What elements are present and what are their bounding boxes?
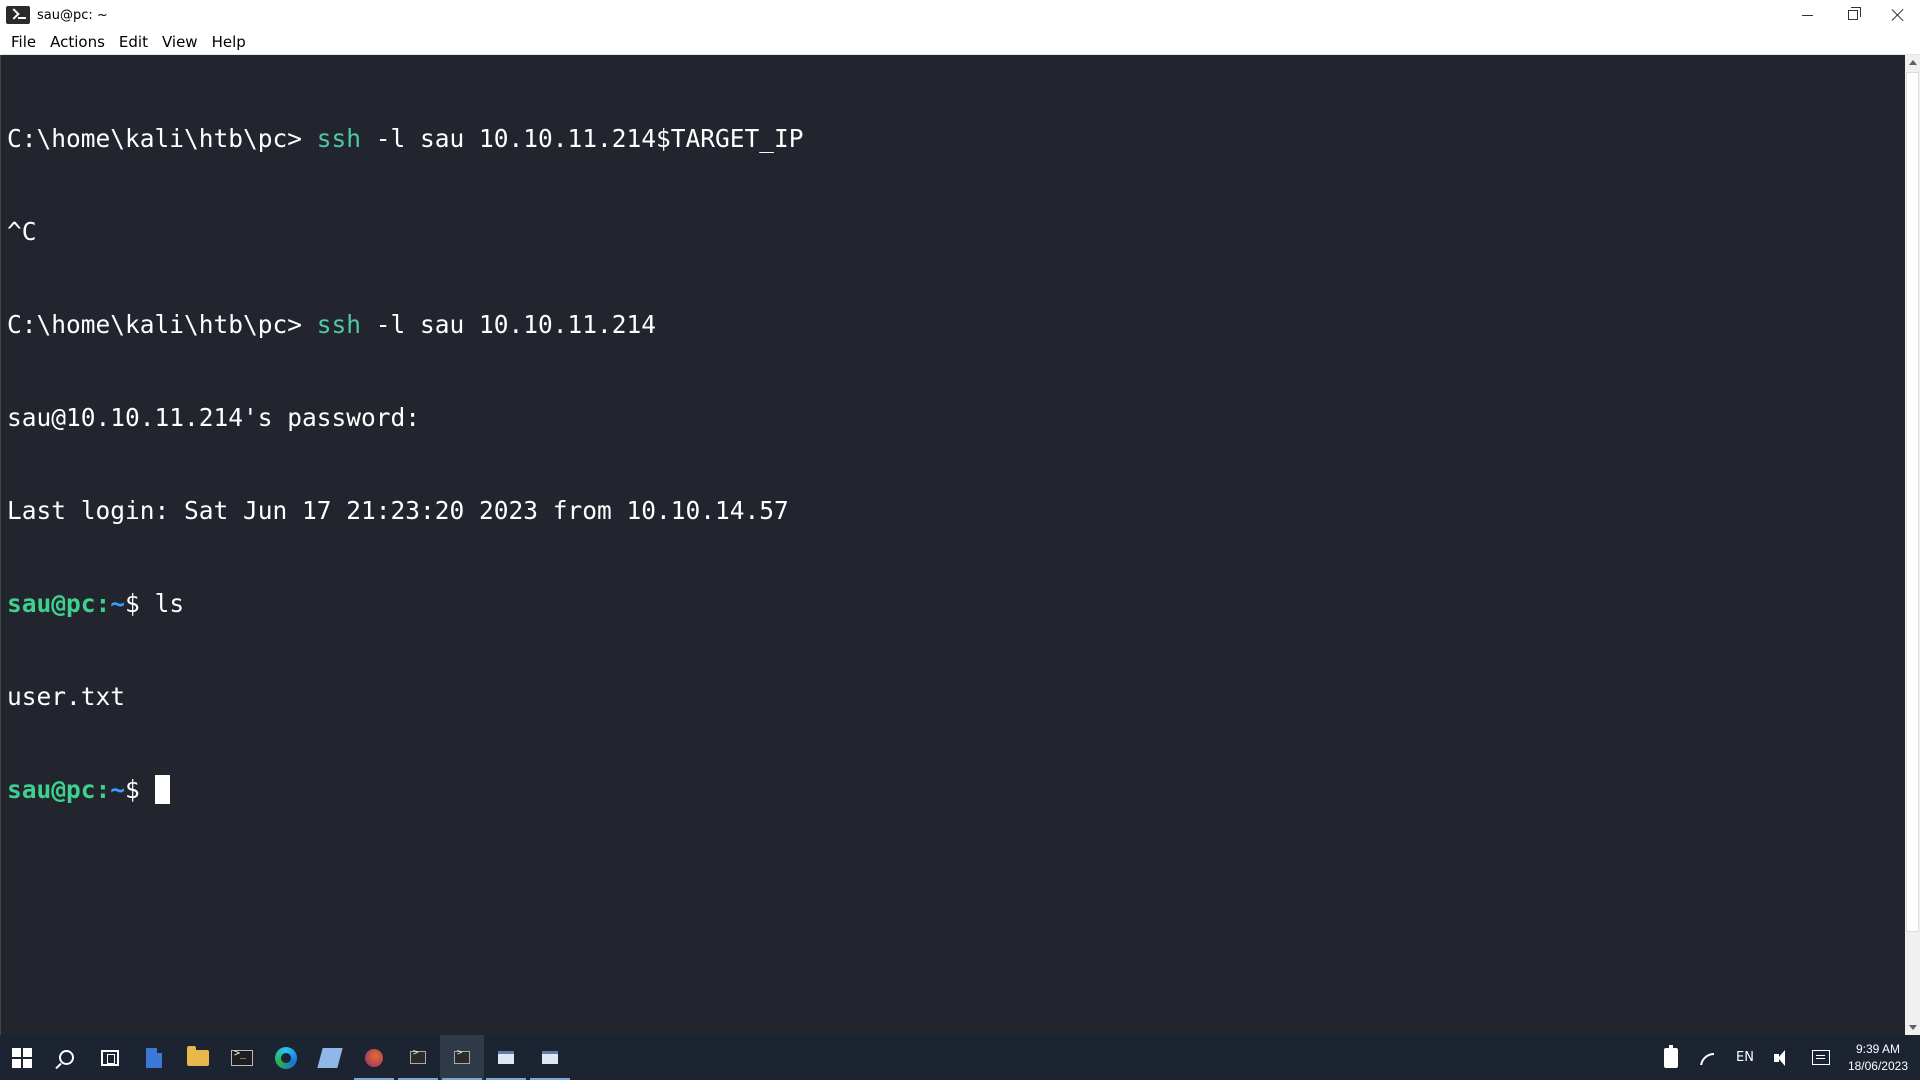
taskbar-app-file[interactable]	[132, 1035, 176, 1080]
terminal-icon	[454, 1048, 470, 1064]
notification-icon	[1811, 1050, 1830, 1065]
file-icon	[146, 1047, 162, 1068]
vertical-scrollbar[interactable]	[1905, 55, 1920, 1035]
command-args: -l sau 10.10.11.214$TARGET_IP	[361, 124, 804, 153]
restore-button[interactable]	[1830, 0, 1875, 30]
terminal-line: user.txt	[7, 681, 1905, 712]
prompt-separator: :	[95, 589, 111, 618]
battery-button[interactable]	[1654, 1035, 1688, 1080]
minimize-icon	[1802, 14, 1813, 16]
scroll-up-button[interactable]	[1905, 55, 1920, 70]
menu-view[interactable]: View	[155, 33, 205, 51]
task-view-button[interactable]	[88, 1035, 132, 1080]
command-args: -l sau 10.10.11.214	[361, 310, 657, 339]
terminal-line: ^C	[7, 216, 1905, 247]
terminal-line: Last login: Sat Jun 17 21:23:20 2023 fro…	[7, 495, 1905, 526]
clock[interactable]: 9:39 AM 18/06/2023	[1840, 1041, 1920, 1075]
terminal-line: sau@10.10.11.214's password:	[7, 402, 1905, 433]
scroll-thumb[interactable]	[1906, 72, 1919, 932]
taskbar-app-window-1[interactable]	[484, 1035, 528, 1080]
taskbar-app-explorer[interactable]	[176, 1035, 220, 1080]
title-bar: sau@pc: ~	[0, 0, 1920, 30]
notes-icon	[317, 1047, 343, 1068]
volume-icon	[1773, 1049, 1792, 1066]
taskbar-app-terminal[interactable]	[220, 1035, 264, 1080]
battery-icon	[1663, 1044, 1678, 1068]
window-title: sau@pc: ~	[37, 7, 108, 23]
edge-icon	[275, 1046, 297, 1069]
task-view-icon	[101, 1049, 119, 1066]
output-text: Last login: Sat Jun 17 21:23:20 2023 fro…	[7, 496, 789, 525]
folder-icon	[187, 1045, 209, 1066]
prompt-path: ~	[110, 589, 126, 618]
prompt-symbol: $	[125, 589, 155, 618]
output-text: ^C	[7, 217, 37, 246]
network-button[interactable]	[1688, 1035, 1726, 1080]
terminal-line: C:\home\kali\htb\pc> ssh -l sau 10.10.11…	[7, 123, 1905, 154]
scroll-down-button[interactable]	[1905, 1020, 1920, 1035]
arrow-down-icon	[1908, 1025, 1917, 1030]
terminal-icon	[410, 1048, 426, 1064]
command-name: ssh	[316, 310, 362, 339]
search-icon	[58, 1050, 74, 1065]
terminal-line: sau@pc:~$ ls	[7, 588, 1905, 619]
prompt-symbol: $	[125, 775, 155, 804]
menu-file[interactable]: File	[4, 33, 43, 51]
taskbar-app-terminal-active[interactable]	[440, 1035, 484, 1080]
close-icon	[1891, 8, 1905, 22]
output-text: user.txt	[7, 682, 126, 711]
shell-prompt: C:\home\kali\htb\pc>	[7, 124, 317, 153]
menu-bar: File Actions Edit View Help	[0, 30, 1920, 55]
taskbar-app-notes[interactable]	[308, 1035, 352, 1080]
window-controls	[1785, 0, 1920, 30]
close-button[interactable]	[1875, 0, 1920, 30]
terminal-output[interactable]: C:\home\kali\htb\pc> ssh -l sau 10.10.11…	[0, 55, 1905, 1035]
shell-prompt: C:\home\kali\htb\pc>	[7, 310, 317, 339]
prompt-path: ~	[110, 775, 126, 804]
taskbar-app-window-2[interactable]	[528, 1035, 572, 1080]
taskbar-app-firefox[interactable]	[352, 1035, 396, 1080]
menu-help[interactable]: Help	[205, 33, 253, 51]
prompt-user: sau@pc	[7, 775, 96, 804]
restore-icon	[1847, 7, 1861, 20]
window-icon	[498, 1051, 514, 1064]
terminal-line: C:\home\kali\htb\pc> ssh -l sau 10.10.11…	[7, 309, 1905, 340]
clock-date: 18/06/2023	[1847, 1058, 1908, 1073]
notifications-button[interactable]	[1802, 1035, 1840, 1080]
prompt-separator: :	[95, 775, 111, 804]
taskbar-app-edge[interactable]	[264, 1035, 308, 1080]
terminal-icon	[6, 6, 30, 24]
minimize-button[interactable]	[1785, 0, 1830, 30]
search-button[interactable]	[44, 1035, 88, 1080]
system-tray: EN 9:39 AM 18/06/2023	[1654, 1035, 1920, 1080]
taskbar-app-terminal-2[interactable]	[396, 1035, 440, 1080]
firefox-icon	[365, 1048, 383, 1067]
clock-time: 9:39 AM	[1855, 1041, 1900, 1056]
volume-button[interactable]	[1764, 1035, 1802, 1080]
windows-start-icon	[12, 1047, 32, 1068]
arrow-up-icon	[1908, 60, 1917, 65]
prompt-user: sau@pc	[7, 589, 96, 618]
terminal-line: sau@pc:~$	[7, 774, 1905, 805]
command-input: ls	[154, 589, 185, 618]
start-button[interactable]	[0, 1035, 44, 1080]
terminal-icon	[231, 1048, 253, 1066]
menu-edit[interactable]: Edit	[112, 33, 155, 51]
command-name: ssh	[316, 124, 362, 153]
menu-actions[interactable]: Actions	[43, 33, 112, 51]
taskbar: EN 9:39 AM 18/06/2023	[0, 1035, 1920, 1080]
output-text: sau@10.10.11.214's password:	[7, 403, 421, 432]
text-cursor	[154, 775, 170, 804]
window-icon	[542, 1051, 558, 1064]
wifi-icon	[1698, 1051, 1716, 1065]
language-indicator[interactable]: EN	[1726, 1035, 1764, 1080]
